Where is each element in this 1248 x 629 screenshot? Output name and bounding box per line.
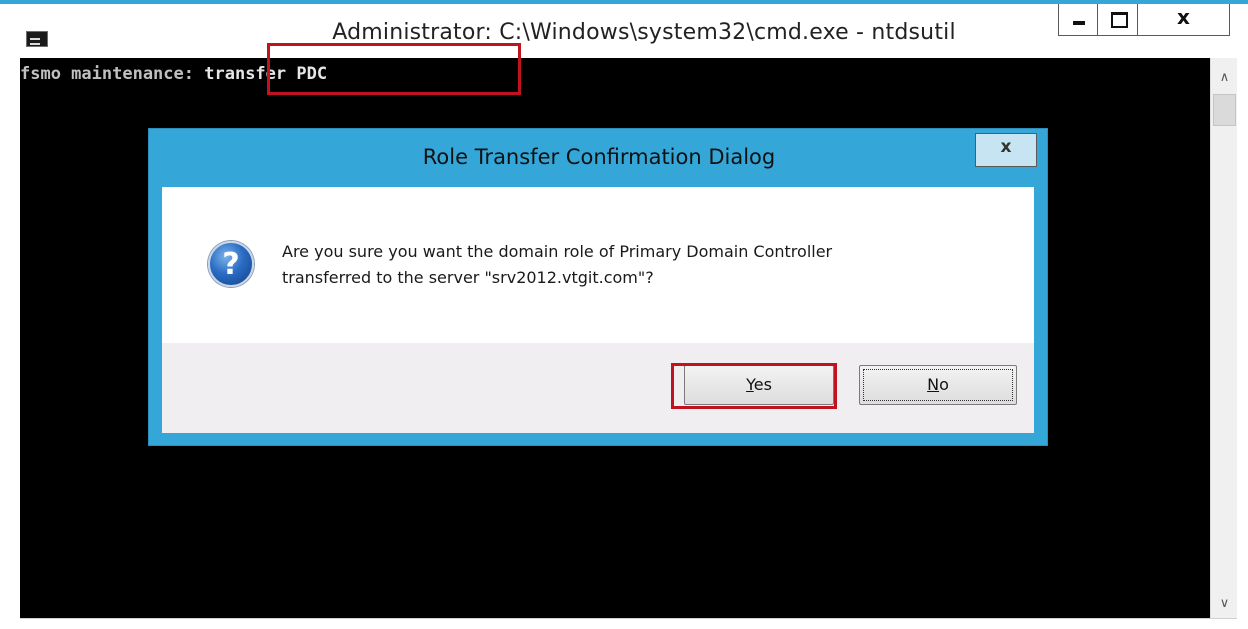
console-command: transfer PDC (204, 64, 328, 84)
dialog-body: ? Are you sure you want the domain role … (162, 187, 1034, 343)
close-icon: x (1177, 5, 1190, 29)
yes-accelerator: Y (746, 375, 754, 394)
no-accelerator: N (927, 375, 940, 394)
dialog-message-line-2: transferred to the server "srv2012.vtgit… (282, 268, 654, 287)
minimize-button[interactable] (1058, 4, 1098, 36)
dialog-message-line-1: Are you sure you want the domain role of… (282, 242, 833, 261)
close-button[interactable]: x (1138, 4, 1230, 36)
role-transfer-dialog: Role Transfer Confirmation Dialog x ? Ar… (148, 128, 1048, 446)
no-label: o (939, 375, 949, 394)
scroll-up-arrow-icon[interactable]: ∧ (1211, 64, 1238, 92)
cmd-window: Administrator: C:\Windows\system32\cmd.e… (0, 0, 1248, 629)
maximize-button[interactable] (1098, 4, 1138, 36)
scroll-down-arrow-icon[interactable]: ∨ (1211, 590, 1238, 618)
console-prompt: fsmo maintenance: (20, 64, 194, 84)
console-line: fsmo maintenance: transfer PDC (20, 64, 327, 84)
dialog-title: Role Transfer Confirmation Dialog (422, 145, 776, 169)
dialog-close-button[interactable]: x (975, 133, 1037, 167)
close-icon: x (1000, 137, 1012, 157)
window-bottom-line (20, 618, 1237, 619)
question-icon: ? (208, 241, 254, 287)
window-bottom-border (0, 618, 1248, 629)
dialog-message: Are you sure you want the domain role of… (282, 239, 1022, 291)
yes-label: es (753, 375, 772, 394)
scrollbar-thumb[interactable] (1213, 94, 1236, 126)
no-button[interactable]: No (859, 365, 1017, 405)
vertical-scrollbar[interactable]: ∧ ∨ (1210, 58, 1237, 618)
yes-button[interactable]: Yes (684, 365, 834, 405)
